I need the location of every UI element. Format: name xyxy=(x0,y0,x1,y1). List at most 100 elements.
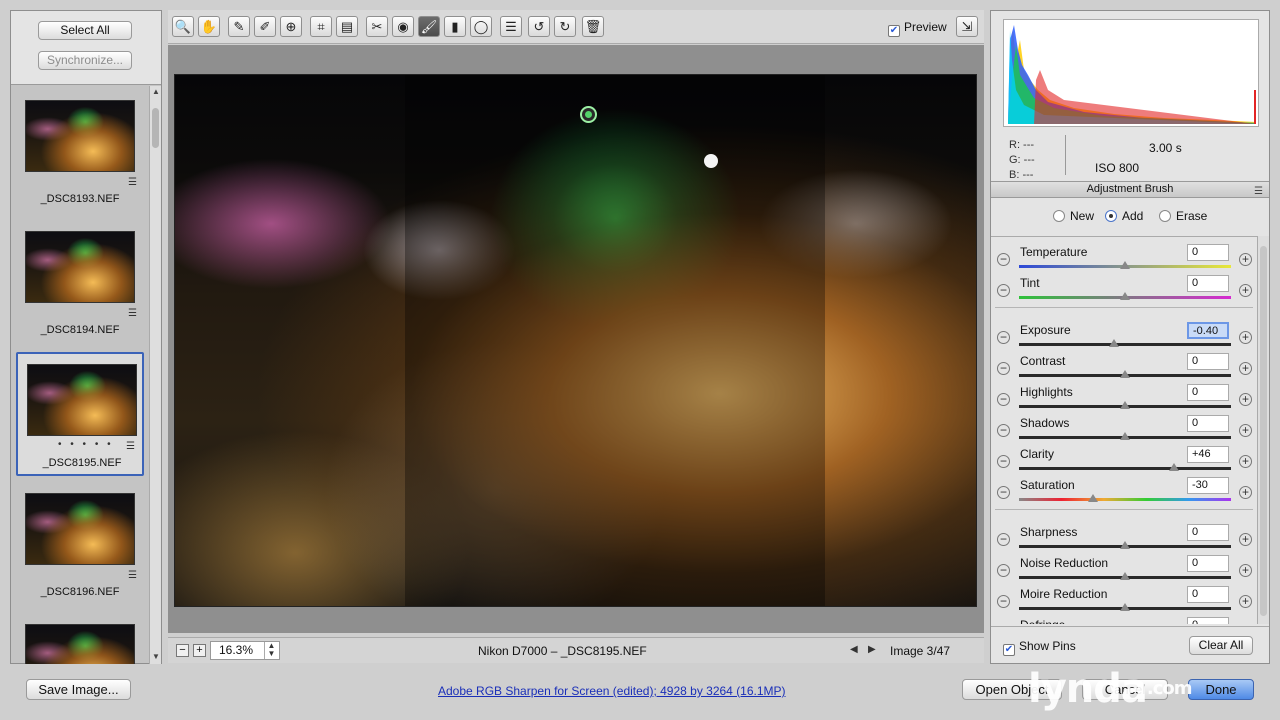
decrease-highlights-icon[interactable]: − xyxy=(997,393,1010,406)
white-balance-icon[interactable]: ✎ xyxy=(228,16,250,37)
sharpness-value-field[interactable]: 0 xyxy=(1187,524,1229,541)
contrast-value-field[interactable]: 0 xyxy=(1187,353,1229,370)
scroll-down-arrow-icon[interactable]: ▼ xyxy=(151,652,161,662)
increase-contrast-icon[interactable]: + xyxy=(1239,362,1252,375)
filmstrip-thumbnail[interactable]: • • • • • ☰ _DSC8195.NEF xyxy=(16,352,144,476)
red-eye-icon[interactable]: ◉ xyxy=(392,16,414,37)
crop-icon[interactable]: ⌗ xyxy=(310,16,332,37)
clear-all-button[interactable]: Clear All xyxy=(1189,636,1253,655)
graduated-filter-icon[interactable]: ▮ xyxy=(444,16,466,37)
zoom-icon[interactable]: 🔍 xyxy=(172,16,194,37)
synchronize-button[interactable]: Synchronize... xyxy=(38,51,132,70)
thumbnail-image[interactable] xyxy=(25,100,135,172)
highlights-slider-knob[interactable] xyxy=(1120,401,1130,409)
radio-icon[interactable] xyxy=(1105,210,1117,222)
radial-filter-icon[interactable]: ◯ xyxy=(470,16,492,37)
hand-icon[interactable]: ✋ xyxy=(198,16,220,37)
zoom-out-icon[interactable]: − xyxy=(176,644,189,657)
trash-icon[interactable]: 🗑 xyxy=(582,16,604,37)
zoom-stepper-icon[interactable]: ▲ ▼ xyxy=(264,642,278,659)
done-button[interactable]: Done xyxy=(1188,679,1254,700)
increase-noise-reduction-icon[interactable]: + xyxy=(1239,564,1252,577)
straighten-icon[interactable]: ▤ xyxy=(336,16,358,37)
decrease-moire-reduction-icon[interactable]: − xyxy=(997,595,1010,608)
increase-exposure-icon[interactable]: + xyxy=(1239,331,1252,344)
preview-check-icon[interactable]: ✔ xyxy=(888,25,900,37)
filmstrip-scroll-thumb[interactable] xyxy=(152,108,159,148)
decrease-temperature-icon[interactable]: − xyxy=(997,253,1010,266)
radio-icon[interactable] xyxy=(1159,210,1171,222)
show-pins-checkbox[interactable]: ✔ Show Pins xyxy=(1003,639,1076,656)
noise-reduction-value-field[interactable]: 0 xyxy=(1187,555,1229,572)
tint-slider-knob[interactable] xyxy=(1120,292,1130,300)
decrease-exposure-icon[interactable]: − xyxy=(997,331,1010,344)
sharpness-slider-knob[interactable] xyxy=(1120,541,1130,549)
scroll-up-arrow-icon[interactable]: ▲ xyxy=(151,87,161,97)
zoom-in-icon[interactable]: + xyxy=(193,644,206,657)
thumbnail-image[interactable] xyxy=(25,231,135,303)
increase-moire-reduction-icon[interactable]: + xyxy=(1239,595,1252,608)
mode-radio-add[interactable]: Add xyxy=(1105,209,1143,223)
adjustment-brush-icon[interactable]: 🖌 xyxy=(418,16,440,37)
tint-value-field[interactable]: 0 xyxy=(1187,275,1229,292)
saturation-slider-track[interactable] xyxy=(1019,498,1231,501)
select-all-button[interactable]: Select All xyxy=(38,21,132,40)
clarity-slider-knob[interactable] xyxy=(1169,463,1179,471)
radio-icon[interactable] xyxy=(1053,210,1065,222)
increase-shadows-icon[interactable]: + xyxy=(1239,424,1252,437)
spot-removal-icon[interactable]: ✂ xyxy=(366,16,388,37)
clarity-value-field[interactable]: +46 xyxy=(1187,446,1229,463)
decrease-tint-icon[interactable]: − xyxy=(997,284,1010,297)
decrease-clarity-icon[interactable]: − xyxy=(997,455,1010,468)
exposure-slider-knob[interactable] xyxy=(1109,339,1119,347)
panel-scroll-thumb[interactable] xyxy=(1260,246,1267,616)
highlights-value-field[interactable]: 0 xyxy=(1187,384,1229,401)
panel-menu-icon[interactable]: ☰ xyxy=(1254,184,1263,199)
contrast-slider-knob[interactable] xyxy=(1120,370,1130,378)
noise-reduction-slider-knob[interactable] xyxy=(1120,572,1130,580)
decrease-contrast-icon[interactable]: − xyxy=(997,362,1010,375)
targeted-adjustment-icon[interactable]: ⊕ xyxy=(280,16,302,37)
exposure-value-field[interactable]: -0.40 xyxy=(1187,322,1229,339)
filmstrip-scrollbar[interactable]: ▲ ▼ xyxy=(149,86,161,664)
mode-radio-new[interactable]: New xyxy=(1053,209,1094,223)
rotate-right-icon[interactable]: ↻ xyxy=(554,16,576,37)
previous-image-icon[interactable]: ◀ xyxy=(850,644,858,655)
decrease-saturation-icon[interactable]: − xyxy=(997,486,1010,499)
show-pins-check-icon[interactable]: ✔ xyxy=(1003,644,1015,656)
defringe-value-field[interactable]: 0 xyxy=(1187,617,1229,624)
moire-reduction-slider-knob[interactable] xyxy=(1120,603,1130,611)
thumbnail-image[interactable] xyxy=(27,364,137,436)
increase-highlights-icon[interactable]: + xyxy=(1239,393,1252,406)
workflow-options-link[interactable]: Adobe RGB Sharpen for Screen (edited); 4… xyxy=(438,684,786,698)
filmstrip-thumbnail[interactable]: ☰ _DSC8193.NEF xyxy=(16,90,144,214)
filmstrip-thumbnail[interactable]: ☰ _DSC8194.NEF xyxy=(16,221,144,345)
rotate-left-icon[interactable]: ↺ xyxy=(528,16,550,37)
color-sampler-icon[interactable]: ✐ xyxy=(254,16,276,37)
saturation-slider-knob[interactable] xyxy=(1088,494,1098,502)
saturation-value-field[interactable]: -30 xyxy=(1187,477,1229,494)
preview-checkbox[interactable]: ✔ Preview xyxy=(888,20,947,37)
image-canvas[interactable] xyxy=(168,45,984,633)
preferences-icon[interactable]: ☰ xyxy=(500,16,522,37)
next-image-icon[interactable]: ▶ xyxy=(868,644,876,655)
decrease-sharpness-icon[interactable]: − xyxy=(997,533,1010,546)
brush-pin[interactable] xyxy=(704,154,718,168)
temperature-slider-knob[interactable] xyxy=(1120,261,1130,269)
exposure-slider-track[interactable] xyxy=(1019,343,1231,346)
temperature-value-field[interactable]: 0 xyxy=(1187,244,1229,261)
clarity-slider-track[interactable] xyxy=(1019,467,1231,470)
thumbnail-image[interactable] xyxy=(25,493,135,565)
filmstrip-thumbnail[interactable]: ☰ _DSC8196.NEF xyxy=(16,483,144,607)
increase-saturation-icon[interactable]: + xyxy=(1239,486,1252,499)
decrease-noise-reduction-icon[interactable]: − xyxy=(997,564,1010,577)
panel-scrollbar[interactable] xyxy=(1257,236,1269,624)
increase-tint-icon[interactable]: + xyxy=(1239,284,1252,297)
fullscreen-button[interactable]: ⇲ xyxy=(956,16,978,37)
mode-radio-erase[interactable]: Erase xyxy=(1159,209,1207,223)
shadows-slider-knob[interactable] xyxy=(1120,432,1130,440)
filmstrip-thumbnail[interactable]: ☰ xyxy=(16,614,144,664)
save-image-button[interactable]: Save Image... xyxy=(26,679,131,700)
increase-sharpness-icon[interactable]: + xyxy=(1239,533,1252,546)
moire-reduction-value-field[interactable]: 0 xyxy=(1187,586,1229,603)
